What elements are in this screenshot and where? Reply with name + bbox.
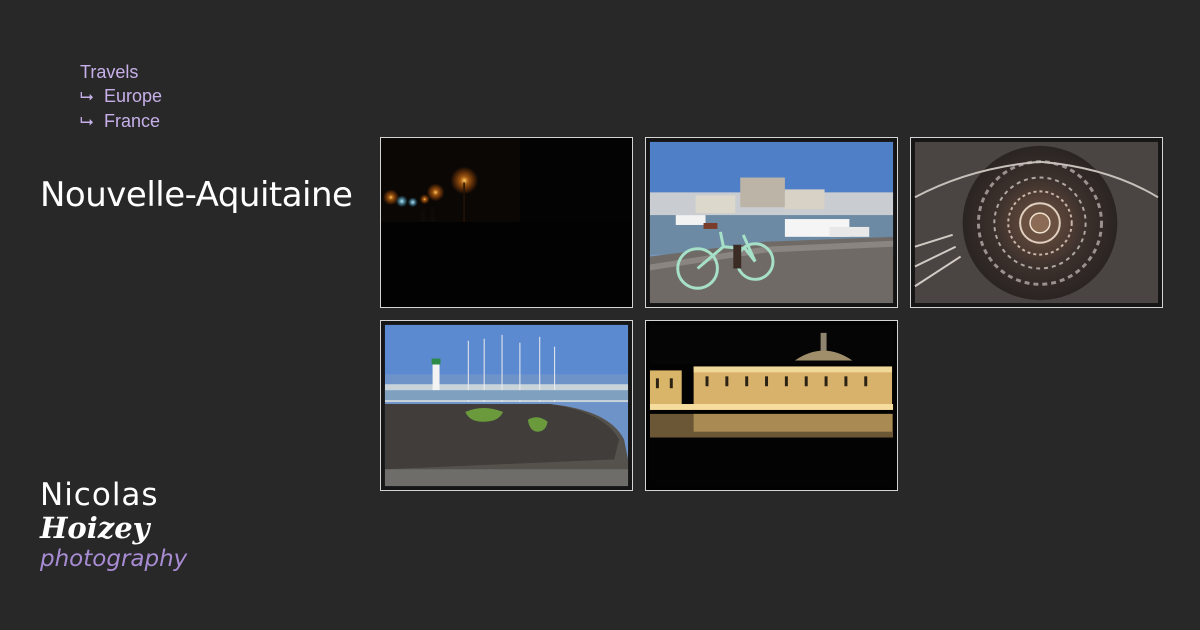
photo-thumbnail-bicycle-harbor[interactable] (645, 137, 898, 308)
breadcrumb-europe[interactable]: ⮡ Europe (80, 84, 162, 109)
night-street-photo (381, 138, 632, 307)
return-arrow-icon: ⮡ (80, 112, 94, 132)
photo-thumbnail-night-street-lights[interactable] (380, 137, 633, 308)
photo-thumbnail-place-de-la-bourse-night[interactable] (645, 320, 898, 491)
page-title: Nouvelle-Aquitaine (40, 175, 353, 215)
breadcrumb-travels[interactable]: Travels (80, 60, 162, 84)
breadcrumb-label: Europe (104, 86, 163, 106)
logo-line-tagline: photography (40, 546, 188, 572)
breadcrumb-label: France (104, 111, 161, 131)
site-logo[interactable]: Nicolas Hoizey photography (40, 478, 200, 588)
logo-line-first-name: Nicolas (40, 477, 159, 513)
lighthouse-harbor-photo (381, 321, 632, 490)
bicycle-harbor-photo (646, 138, 897, 307)
bourse-night-photo (646, 321, 897, 490)
breadcrumb-france[interactable]: ⮡ France (80, 109, 162, 134)
breadcrumb-label: Travels (80, 62, 139, 82)
photo-thumbnail-lighthouse-harbor[interactable] (380, 320, 633, 491)
photo-thumbnail-spiral-staircase[interactable] (910, 137, 1163, 308)
logo-line-last-name: Hoizey (40, 511, 150, 545)
spiral-staircase-photo (911, 138, 1162, 307)
breadcrumb: Travels ⮡ Europe ⮡ France (80, 60, 162, 134)
return-arrow-icon: ⮡ (80, 87, 94, 107)
